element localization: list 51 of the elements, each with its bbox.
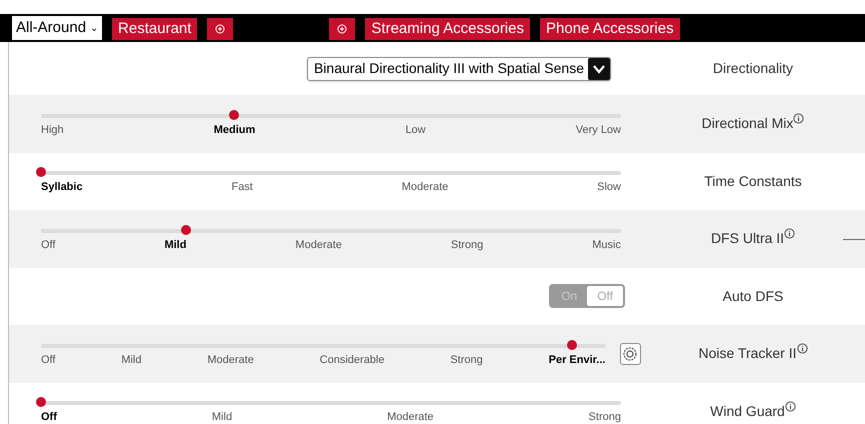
settings-icon	[622, 346, 638, 362]
tab[interactable]: All-Around ⌄	[12, 16, 102, 40]
directionality-dropdown[interactable]: Binaural Directionality III with Spatial Sense	[306, 56, 611, 80]
slider-option[interactable]: Strong	[588, 411, 621, 424]
slider-option[interactable]: Very Low	[576, 124, 621, 136]
slider-option[interactable]: Off	[41, 238, 56, 251]
slider-option[interactable]: Syllabic	[41, 181, 83, 194]
settings-button[interactable]	[620, 342, 641, 365]
slider-option[interactable]: Considerable	[320, 354, 384, 366]
setting-label: Wind Guard	[710, 402, 785, 421]
slider-option[interactable]: Mild	[212, 411, 232, 424]
info-icon[interactable]	[784, 400, 796, 412]
add-tab[interactable]	[207, 18, 234, 40]
slider-option[interactable]: Fast	[231, 181, 253, 194]
slider-option[interactable]: Medium	[214, 124, 256, 136]
slider-option[interactable]: Moderate	[387, 411, 434, 424]
setting-label: Noise Tracker II	[698, 344, 797, 364]
slider-option[interactable]: Off	[41, 354, 56, 366]
slider-option[interactable]: Per Envir...	[548, 354, 606, 366]
slider-option[interactable]: Moderate	[402, 181, 448, 194]
slider-option[interactable]: Low	[405, 124, 426, 136]
slider-thumb[interactable]	[181, 224, 191, 235]
slider-thumb[interactable]	[36, 167, 46, 178]
add-circle-icon	[215, 24, 226, 34]
slider-option[interactable]: Moderate	[207, 354, 254, 366]
setting-label: Directionality	[712, 59, 794, 78]
slider-thumb[interactable]	[229, 110, 240, 120]
add-circle-icon	[337, 24, 348, 34]
info-icon[interactable]	[784, 228, 796, 240]
chevron-down-icon	[588, 58, 610, 80]
setting-label: Directional Mix	[702, 114, 794, 134]
tab[interactable]: Phone Accessories	[540, 18, 680, 40]
slider-option[interactable]: Mild	[121, 354, 142, 366]
slider-option[interactable]: Music	[592, 238, 621, 251]
setting-label: DFS Ultra II	[710, 229, 784, 248]
setting-label: Auto DFS	[722, 286, 784, 306]
slider-option[interactable]: Strong	[450, 354, 483, 366]
add-tab[interactable]	[329, 18, 356, 40]
slider-option[interactable]: Moderate	[295, 238, 342, 251]
info-icon[interactable]	[796, 343, 808, 354]
slider-option[interactable]: High	[41, 124, 64, 136]
slider-option[interactable]: Off	[41, 411, 57, 424]
setting-label: Time Constants	[704, 172, 802, 191]
tab[interactable]: Streaming Accessories	[365, 18, 530, 40]
slider-option[interactable]: Slow	[597, 181, 621, 194]
slider-option[interactable]: Strong	[450, 238, 484, 251]
slider-option[interactable]: Mild	[164, 238, 186, 251]
slider-thumb[interactable]	[36, 397, 46, 408]
tab[interactable]: Restaurant	[112, 18, 198, 40]
info-icon[interactable]	[793, 113, 804, 124]
slider-thumb[interactable]	[566, 340, 577, 350]
